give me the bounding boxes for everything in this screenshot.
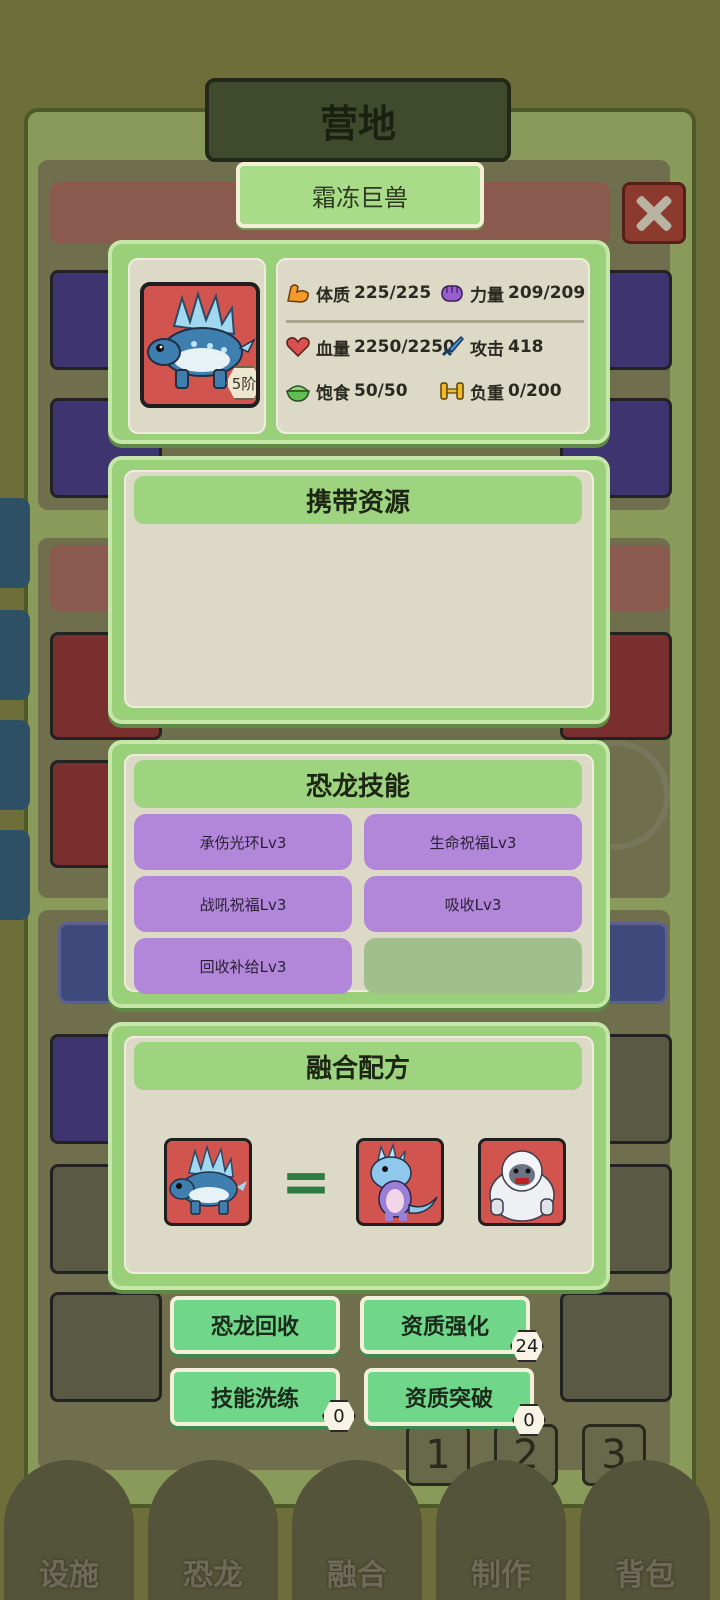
skill-reroll-button[interactable]: 技能洗练 [170,1368,340,1426]
stat-strength: 力量 209/209 [438,280,585,306]
dumbbell-icon [438,378,466,404]
side-tab[interactable] [0,720,30,810]
nav-label: 融合 [327,1558,387,1593]
fusion-ingredient-1[interactable] [356,1138,444,1226]
dino-skills-panel: 恐龙技能 承伤光环Lv3 生命祝福Lv3 战吼祝福Lv3 吸收Lv3 回收补给L… [108,740,610,1008]
side-tab[interactable] [0,610,30,700]
close-icon[interactable] [622,182,686,244]
frost-stegosaurus-image [169,1144,247,1215]
fist-icon [438,280,466,306]
dino-name-plate: 霜冻巨兽 [236,162,484,228]
ice-dragon-image [370,1142,438,1221]
flexed-arm-icon [284,280,312,306]
dino-portrait: 5阶 [140,282,260,408]
stat-hp: 血量 2250/2250 [284,334,455,360]
stats-box: 体质 225/225 力量 209/209 血量 2250/2250 攻击 41… [276,258,590,434]
food-bowl-icon [284,378,312,404]
nav-label: 制作 [471,1558,531,1593]
skills-title: 恐龙技能 [134,760,582,808]
side-tab[interactable] [0,830,30,920]
stat-constitution: 体质 225/225 [284,280,431,306]
fusion-title: 融合配方 [134,1042,582,1090]
camp-title: 营地 [205,78,511,162]
skill-slot-5[interactable]: 回收补给Lv3 [134,938,352,994]
stat-attack: 攻击 418 [438,334,544,360]
stat-load: 负重 0/200 [438,378,562,404]
bg-empty-slot[interactable] [50,1292,162,1402]
heart-icon [284,334,312,360]
resources-title: 携带资源 [134,476,582,524]
dino-recycle-button[interactable]: 恐龙回收 [170,1296,340,1354]
dino-stats-panel: 5阶 体质 225/225 力量 209/209 血量 2250/2250 攻击… [108,240,610,444]
nav-item-backpack[interactable]: 背包 [580,1460,710,1600]
nav-label: 背包 [615,1558,675,1593]
fusion-result-dino[interactable] [164,1138,252,1226]
equals-sign: = [280,1147,332,1217]
fusion-ingredient-2[interactable] [478,1138,566,1226]
skill-slot-1[interactable]: 承伤光环Lv3 [134,814,352,870]
portrait-frame: 5阶 [128,258,266,434]
aptitude-enhance-button[interactable]: 资质强化 [360,1296,530,1354]
sword-icon [438,334,466,360]
nav-item-facilities[interactable]: 设施 [4,1460,134,1600]
nav-item-dinosaurs[interactable]: 恐龙 [148,1460,278,1600]
carried-resources-panel: 携带资源 [108,456,610,724]
skill-slot-2[interactable]: 生命祝福Lv3 [364,814,582,870]
bottom-nav: 设施 恐龙 融合 制作 背包 [0,1440,720,1600]
stat-satiety: 饱食 50/50 [284,378,408,404]
skill-slot-4[interactable]: 吸收Lv3 [364,876,582,932]
nav-label: 恐龙 [183,1558,243,1593]
nav-label: 设施 [39,1558,99,1593]
skill-slot-3[interactable]: 战吼祝福Lv3 [134,876,352,932]
nav-item-crafting[interactable]: 制作 [436,1460,566,1600]
skill-slot-empty[interactable] [364,938,582,994]
stats-divider [286,320,584,323]
aptitude-breakthrough-button[interactable]: 资质突破 [364,1368,534,1426]
bg-empty-slot[interactable] [560,1292,672,1402]
yeti-image [489,1150,555,1222]
side-tab[interactable] [0,498,30,588]
nav-item-fusion[interactable]: 融合 [292,1460,422,1600]
fusion-recipe-panel: 融合配方 = [108,1022,610,1290]
